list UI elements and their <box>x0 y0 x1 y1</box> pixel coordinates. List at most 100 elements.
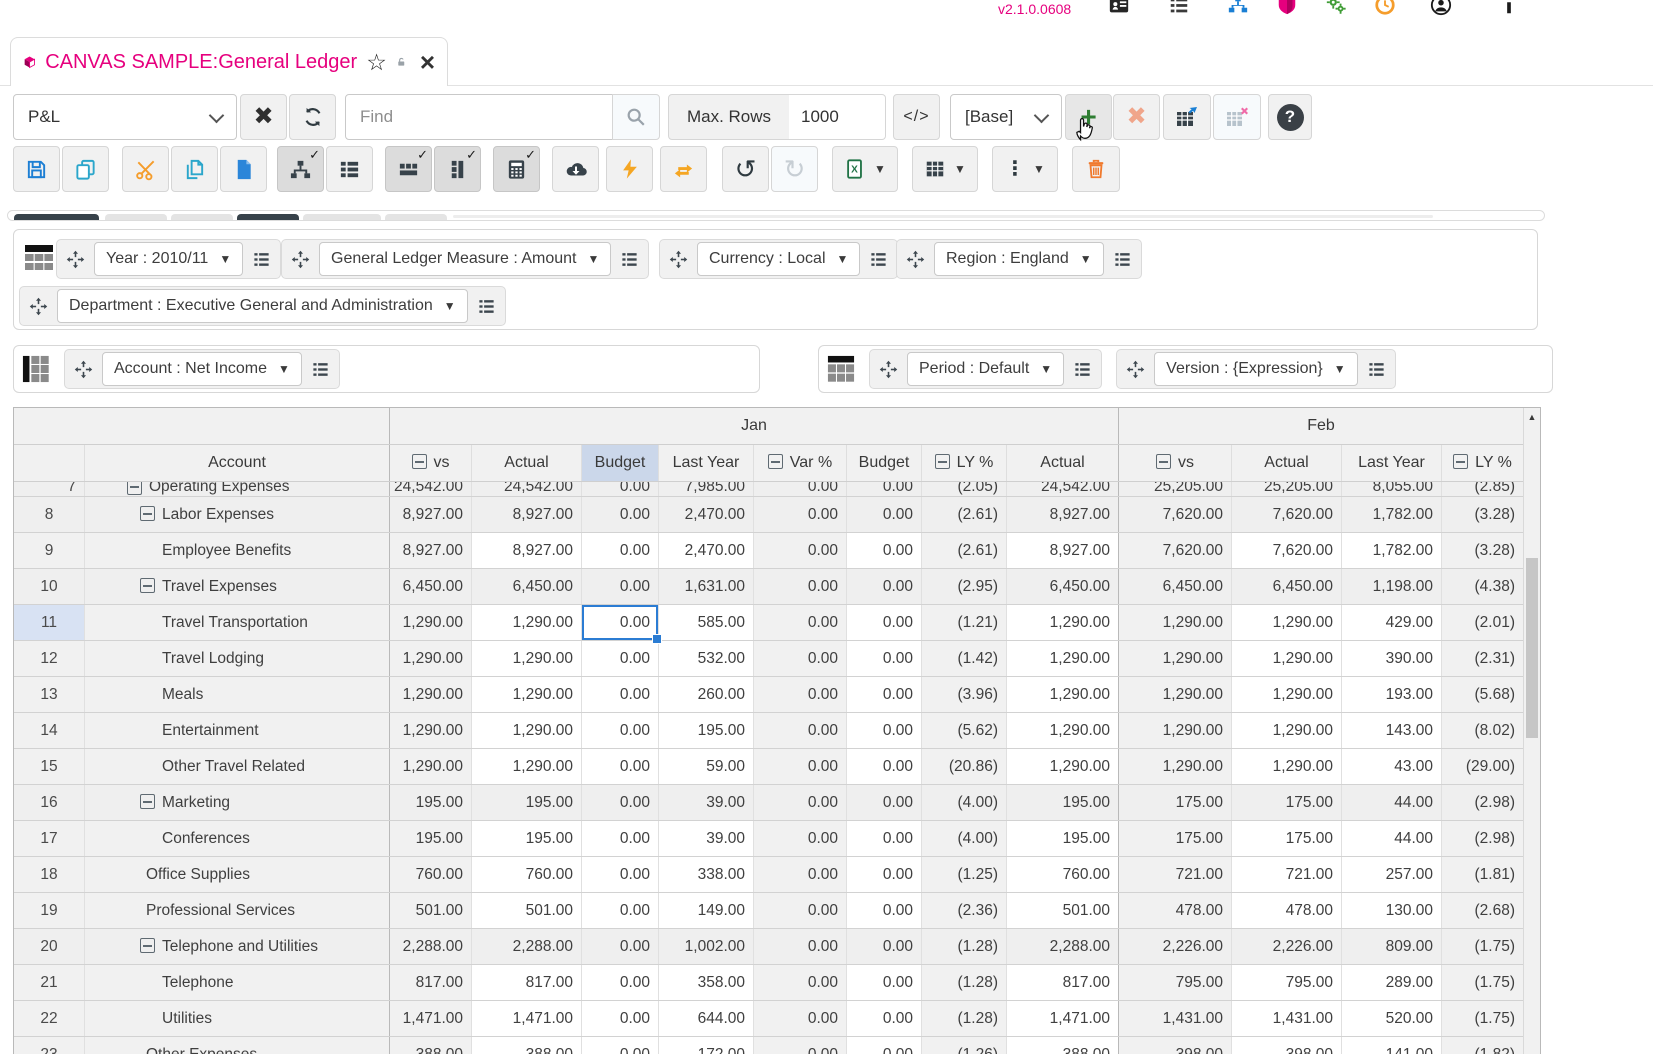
value-cell[interactable]: 193.00 <box>1341 677 1441 712</box>
collapse-icon[interactable] <box>412 454 427 469</box>
value-cell[interactable]: 0.00 <box>581 1037 658 1054</box>
value-cell[interactable]: 0.00 <box>753 605 846 640</box>
account-cell[interactable]: Telephone and Utilities <box>84 929 389 964</box>
info-icon[interactable] <box>1498 0 1520 16</box>
value-cell[interactable]: (2.85) <box>1441 482 1523 496</box>
column-header[interactable]: Actual <box>1006 445 1118 481</box>
value-cell[interactable]: 501.00 <box>389 893 471 928</box>
value-cell[interactable]: (4.00) <box>921 821 1006 856</box>
move-icon[interactable] <box>29 297 48 316</box>
account-cell[interactable]: Utilities <box>84 1001 389 1036</box>
page-filter-chip-selector[interactable]: Currency : Local▼ <box>697 242 860 276</box>
value-cell[interactable]: 817.00 <box>471 965 581 1000</box>
value-cell[interactable]: 2,226.00 <box>1118 929 1231 964</box>
value-cell[interactable]: 6,450.00 <box>389 569 471 604</box>
field-list-icon[interactable] <box>311 360 330 379</box>
help-button[interactable]: ? <box>1268 94 1312 140</box>
value-cell[interactable]: 7,985.00 <box>658 482 753 496</box>
value-cell[interactable]: (1.75) <box>1441 929 1523 964</box>
value-cell[interactable]: 1,471.00 <box>1006 1001 1118 1036</box>
value-cell[interactable]: 7,620.00 <box>1118 533 1231 568</box>
value-cell[interactable]: (5.68) <box>1441 677 1523 712</box>
value-cell[interactable]: 24,542.00 <box>471 482 581 496</box>
value-cell[interactable]: (1.42) <box>921 641 1006 676</box>
row-number[interactable]: 7 <box>14 482 84 496</box>
max-rows-input[interactable] <box>789 94 886 140</box>
column-header[interactable]: Last Year <box>1341 445 1441 481</box>
value-cell[interactable]: 0.00 <box>753 857 846 892</box>
row-number[interactable]: 21 <box>14 965 84 1000</box>
unlock-icon[interactable] <box>396 52 407 72</box>
account-column-header[interactable]: Account <box>84 445 389 481</box>
undo-button[interactable]: ↺ <box>722 146 769 192</box>
value-cell[interactable]: 0.00 <box>581 965 658 1000</box>
scrollbar-thumb[interactable] <box>1526 558 1538 738</box>
value-cell[interactable]: 0.00 <box>753 569 846 604</box>
row-number[interactable]: 10 <box>14 569 84 604</box>
account-cell[interactable]: Travel Expenses <box>84 569 389 604</box>
value-cell[interactable]: 795.00 <box>1118 965 1231 1000</box>
value-cell[interactable]: 817.00 <box>1006 965 1118 1000</box>
value-cell[interactable]: (2.95) <box>921 569 1006 604</box>
value-cell[interactable]: 8,055.00 <box>1341 482 1441 496</box>
row-number[interactable]: 23 <box>14 1037 84 1054</box>
tab-close-icon[interactable]: × <box>420 49 435 75</box>
value-cell[interactable]: 1,290.00 <box>1118 677 1231 712</box>
field-list-icon[interactable] <box>252 250 271 269</box>
account-cell[interactable]: Other Expenses <box>84 1037 389 1054</box>
value-cell[interactable]: 143.00 <box>1341 713 1441 748</box>
account-cell[interactable]: Office Supplies <box>84 857 389 892</box>
value-cell[interactable]: 1,290.00 <box>1231 605 1341 640</box>
value-cell[interactable]: 0.00 <box>581 677 658 712</box>
value-cell[interactable]: 8,927.00 <box>389 497 471 532</box>
more-options-button[interactable]: ⋮ ▼ <box>992 146 1058 192</box>
value-cell[interactable]: 175.00 <box>1231 785 1341 820</box>
cut-button[interactable] <box>122 146 169 192</box>
sheet-tab[interactable] <box>14 214 99 221</box>
find-input[interactable] <box>345 94 613 140</box>
field-list-icon[interactable] <box>1367 360 1386 379</box>
value-cell[interactable]: (1.75) <box>1441 965 1523 1000</box>
account-cell[interactable]: Travel Transportation <box>84 605 389 640</box>
field-list-icon[interactable] <box>477 297 496 316</box>
value-cell[interactable]: 809.00 <box>1341 929 1441 964</box>
collapse-icon[interactable] <box>935 454 950 469</box>
save-button[interactable] <box>13 146 60 192</box>
value-cell[interactable]: 0.00 <box>846 857 921 892</box>
column-header[interactable]: Var % <box>753 445 846 481</box>
value-cell[interactable]: 1,290.00 <box>389 749 471 784</box>
value-cell[interactable]: 1,290.00 <box>1006 641 1118 676</box>
value-cell[interactable]: (3.28) <box>1441 533 1523 568</box>
collapse-icon[interactable] <box>140 938 155 953</box>
value-cell[interactable]: 0.00 <box>846 533 921 568</box>
view-selector[interactable]: P&L <box>13 94 237 140</box>
account-cell[interactable]: Operating Expenses <box>84 482 389 496</box>
value-cell[interactable]: 0.00 <box>846 893 921 928</box>
code-button[interactable]: </> <box>893 94 940 140</box>
value-cell[interactable]: (1.21) <box>921 605 1006 640</box>
move-icon[interactable] <box>669 250 688 269</box>
group-header-jan[interactable]: Jan <box>389 408 1118 444</box>
value-cell[interactable]: 0.00 <box>753 533 846 568</box>
value-cell[interactable]: 149.00 <box>658 893 753 928</box>
value-cell[interactable]: 0.00 <box>753 785 846 820</box>
move-icon[interactable] <box>74 360 93 379</box>
paste-button[interactable] <box>220 146 267 192</box>
vertical-scrollbar[interactable]: ▲ <box>1523 408 1540 1054</box>
value-cell[interactable]: 0.00 <box>846 497 921 532</box>
value-cell[interactable]: 0.00 <box>581 785 658 820</box>
base-selector[interactable]: [Base] <box>950 94 1062 140</box>
value-cell[interactable]: (2.01) <box>1441 605 1523 640</box>
value-cell[interactable]: 7,620.00 <box>1231 533 1341 568</box>
value-cell[interactable]: (1.75) <box>1441 1001 1523 1036</box>
account-cell[interactable]: Marketing <box>84 785 389 820</box>
table-remove-button[interactable] <box>1213 94 1261 140</box>
value-cell[interactable]: 0.00 <box>846 821 921 856</box>
row-number[interactable]: 14 <box>14 713 84 748</box>
value-cell[interactable]: 1,290.00 <box>471 641 581 676</box>
collapse-icon[interactable] <box>1453 454 1468 469</box>
value-cell[interactable]: 6,450.00 <box>471 569 581 604</box>
value-cell[interactable]: 0.00 <box>581 821 658 856</box>
row-number[interactable]: 12 <box>14 641 84 676</box>
value-cell[interactable]: 0.00 <box>581 713 658 748</box>
